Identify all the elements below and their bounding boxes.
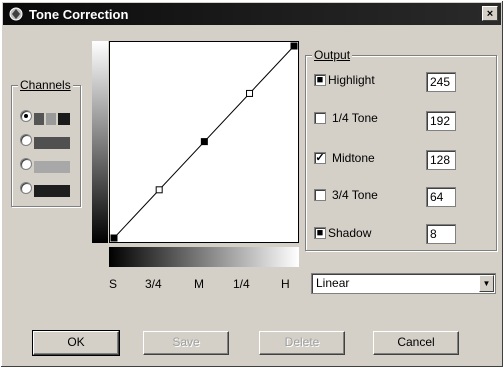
highlight-value-field[interactable]: 245 — [426, 72, 456, 92]
quarter-tone-checkbox[interactable] — [314, 112, 326, 124]
chevron-down-icon[interactable]: ▼ — [479, 275, 494, 292]
channel-swatch-3 — [34, 161, 70, 173]
close-button[interactable]: × — [482, 6, 498, 21]
curve-type-value: Linear — [316, 276, 350, 290]
shadow-value-field[interactable]: 8 — [426, 224, 456, 244]
channel-radio-2[interactable] — [20, 134, 32, 146]
save-button[interactable]: Save — [143, 331, 229, 355]
midtone-label: Midtone — [332, 151, 375, 165]
tone-curve-graph[interactable] — [109, 41, 299, 243]
channel-swatch-4 — [34, 185, 70, 197]
channel-radio-3[interactable] — [20, 158, 32, 170]
title-bar[interactable]: Tone Correction × — [3, 3, 501, 25]
quarter-tone-value-field[interactable]: 192 — [426, 111, 456, 131]
cancel-button[interactable]: Cancel — [373, 331, 459, 355]
curve-point-shadow[interactable] — [110, 234, 118, 242]
midtone-value-field[interactable]: 128 — [426, 150, 456, 170]
shadow-label: Shadow — [328, 226, 372, 240]
output-label: Output — [312, 48, 353, 62]
tone-curve[interactable] — [110, 42, 298, 242]
curve-point-midtone[interactable] — [200, 138, 208, 146]
input-gradient-bar — [109, 247, 299, 267]
channel-swatch-composite — [34, 113, 44, 125]
highlight-label: Highlight — [328, 73, 375, 87]
axis-label-1-4: 1/4 — [233, 277, 250, 291]
channels-label: Channels — [18, 78, 73, 92]
channels-group: Channels — [11, 78, 81, 207]
axis-label-h: H — [281, 277, 290, 291]
quarter-tone-label: 1/4 Tone — [332, 111, 378, 125]
axis-label-m: M — [194, 277, 204, 291]
channel-swatch-composite-2 — [46, 113, 56, 125]
axis-label-s: S — [109, 277, 118, 291]
curve-type-select[interactable]: Linear ▼ — [311, 273, 496, 294]
three-quarter-tone-label: 3/4 Tone — [332, 188, 378, 202]
delete-button[interactable]: Delete — [259, 331, 345, 355]
channel-radio-composite[interactable] — [20, 110, 32, 122]
ok-button[interactable]: OK — [32, 330, 120, 356]
three-quarter-tone-checkbox[interactable] — [314, 189, 326, 201]
window-title: Tone Correction — [29, 7, 129, 22]
app-icon — [9, 7, 23, 21]
curve-point-3-4-tone[interactable] — [155, 186, 163, 194]
curve-point-highlight[interactable] — [290, 42, 298, 50]
curve-point-1-4-tone[interactable] — [246, 89, 254, 97]
axis-label-3-4: 3/4 — [145, 277, 162, 291]
output-group: Output ■ Highlight 245 1/4 Tone 192 ✓ Mi… — [305, 48, 497, 251]
three-quarter-tone-value-field[interactable]: 64 — [426, 187, 456, 207]
channel-radio-4[interactable] — [20, 182, 32, 194]
channel-swatch-2 — [34, 137, 70, 149]
channel-swatch-composite-3 — [58, 113, 70, 125]
tone-correction-dialog: Tone Correction × Channels S 3/4 M 1/4 H… — [0, 0, 504, 368]
shadow-radio[interactable]: ■ — [314, 227, 326, 239]
midtone-checkbox[interactable]: ✓ — [314, 152, 326, 164]
highlight-radio[interactable]: ■ — [314, 74, 326, 86]
output-gradient-bar — [92, 41, 108, 243]
